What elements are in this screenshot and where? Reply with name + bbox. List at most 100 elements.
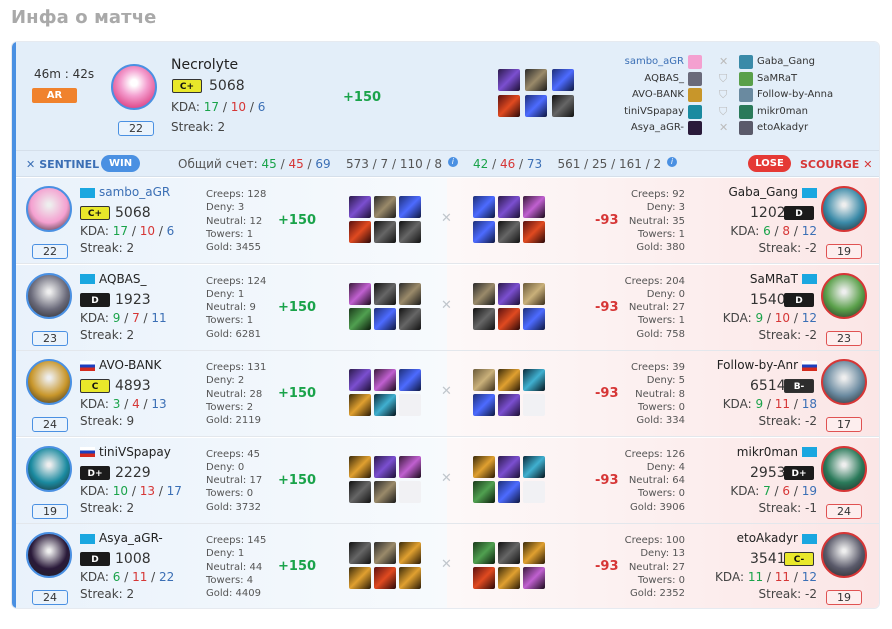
player-name-text[interactable]: mikr0man: [737, 445, 798, 459]
item-icon[interactable]: [399, 307, 421, 330]
item-icon[interactable]: [498, 95, 520, 117]
item-icon[interactable]: [399, 480, 421, 503]
scourge-hero-avatar[interactable]: [821, 359, 867, 405]
item-icon[interactable]: [523, 394, 545, 416]
item-icon[interactable]: [374, 369, 396, 391]
item-icon[interactable]: [552, 69, 574, 91]
player-name-text[interactable]: Follow-by-Anr: [717, 358, 798, 372]
player-name-text[interactable]: Gaba_Gang: [729, 185, 799, 199]
item-icon[interactable]: [552, 95, 574, 117]
item-icon[interactable]: [399, 542, 421, 564]
player-name[interactable]: Gaba_Gang: [729, 185, 817, 199]
item-icon[interactable]: [473, 394, 495, 416]
item-icon[interactable]: [349, 480, 371, 503]
roster-player-link[interactable]: sambo_aGR: [625, 54, 684, 71]
item-icon[interactable]: [523, 221, 545, 243]
sentinel-hero-avatar[interactable]: [26, 532, 72, 578]
item-icon[interactable]: [523, 542, 545, 564]
roster-player-link[interactable]: tiniVSpapay: [624, 104, 684, 121]
item-icon[interactable]: [498, 282, 520, 305]
info-icon[interactable]: i: [667, 157, 678, 167]
player-name[interactable]: Follow-by-Anr: [717, 358, 817, 372]
item-icon[interactable]: [523, 307, 545, 330]
item-icon[interactable]: [374, 196, 396, 218]
item-icon[interactable]: [374, 282, 396, 305]
item-icon[interactable]: [473, 196, 495, 218]
sentinel-hero-avatar[interactable]: [26, 359, 72, 405]
roster-player-link[interactable]: Follow-by-Anna: [757, 87, 833, 104]
player-name[interactable]: AQBAS_: [80, 272, 147, 286]
item-icon[interactable]: [374, 480, 396, 503]
item-icon[interactable]: [498, 455, 520, 478]
player-name-text[interactable]: AQBAS_: [99, 272, 147, 286]
item-icon[interactable]: [399, 282, 421, 305]
item-icon[interactable]: [473, 221, 495, 243]
item-icon[interactable]: [498, 369, 520, 391]
player-name-text[interactable]: SaMRaT: [750, 272, 798, 286]
scourge-hero-avatar[interactable]: [821, 532, 867, 578]
item-icon[interactable]: [498, 196, 520, 218]
item-icon[interactable]: [498, 480, 520, 503]
item-icon[interactable]: [349, 221, 371, 243]
item-icon[interactable]: [349, 567, 371, 589]
item-icon[interactable]: [399, 221, 421, 243]
item-icon[interactable]: [399, 455, 421, 478]
roster-player-link[interactable]: AQBAS_: [644, 71, 684, 88]
item-icon[interactable]: [498, 542, 520, 564]
item-icon[interactable]: [473, 567, 495, 589]
player-name-text[interactable]: AVO-BANK: [99, 358, 161, 372]
item-icon[interactable]: [523, 282, 545, 305]
item-icon[interactable]: [473, 282, 495, 305]
item-icon[interactable]: [374, 221, 396, 243]
item-icon[interactable]: [349, 542, 371, 564]
item-icon[interactable]: [473, 455, 495, 478]
item-icon[interactable]: [523, 567, 545, 589]
item-icon[interactable]: [473, 480, 495, 503]
player-name[interactable]: etoAkadyr: [737, 531, 817, 545]
roster-player-link[interactable]: Asya_aGR-: [631, 120, 684, 137]
player-name-text[interactable]: Asya_aGR-: [99, 531, 163, 545]
player-name-text[interactable]: sambo_aGR: [99, 185, 170, 199]
item-icon[interactable]: [498, 307, 520, 330]
roster-player-link[interactable]: mikr0man: [757, 104, 808, 121]
sentinel-hero-avatar[interactable]: [26, 272, 72, 319]
scourge-hero-avatar[interactable]: [821, 445, 867, 492]
item-icon[interactable]: [473, 307, 495, 330]
item-icon[interactable]: [349, 394, 371, 416]
item-icon[interactable]: [525, 95, 547, 117]
item-icon[interactable]: [349, 455, 371, 478]
player-name[interactable]: AVO-BANK: [80, 358, 161, 372]
item-icon[interactable]: [498, 394, 520, 416]
item-icon[interactable]: [374, 394, 396, 416]
item-icon[interactable]: [498, 69, 520, 91]
item-icon[interactable]: [374, 455, 396, 478]
player-name[interactable]: sambo_aGR: [80, 185, 170, 199]
item-icon[interactable]: [349, 282, 371, 305]
item-icon[interactable]: [523, 480, 545, 503]
roster-player-link[interactable]: AVO-BANK: [632, 87, 684, 104]
item-icon[interactable]: [399, 196, 421, 218]
item-icon[interactable]: [374, 567, 396, 589]
player-name[interactable]: Asya_aGR-: [80, 531, 163, 545]
item-icon[interactable]: [374, 542, 396, 564]
item-icon[interactable]: [523, 455, 545, 478]
scourge-hero-avatar[interactable]: [821, 186, 867, 232]
item-icon[interactable]: [473, 369, 495, 391]
info-icon[interactable]: i: [447, 157, 458, 167]
player-name-text[interactable]: etoAkadyr: [737, 531, 798, 545]
item-icon[interactable]: [399, 567, 421, 589]
item-icon[interactable]: [525, 69, 547, 91]
item-icon[interactable]: [498, 221, 520, 243]
sentinel-hero-avatar[interactable]: [26, 186, 72, 232]
item-icon[interactable]: [399, 369, 421, 391]
item-icon[interactable]: [523, 369, 545, 391]
item-icon[interactable]: [349, 369, 371, 391]
player-name[interactable]: SaMRaT: [750, 272, 817, 286]
item-icon[interactable]: [349, 307, 371, 330]
roster-player-link[interactable]: SaMRaT: [757, 71, 797, 88]
roster-player-link[interactable]: etoAkadyr: [757, 120, 808, 137]
item-icon[interactable]: [473, 542, 495, 564]
sentinel-hero-avatar[interactable]: [26, 445, 72, 492]
item-icon[interactable]: [374, 307, 396, 330]
roster-player-link[interactable]: Gaba_Gang: [757, 54, 815, 71]
